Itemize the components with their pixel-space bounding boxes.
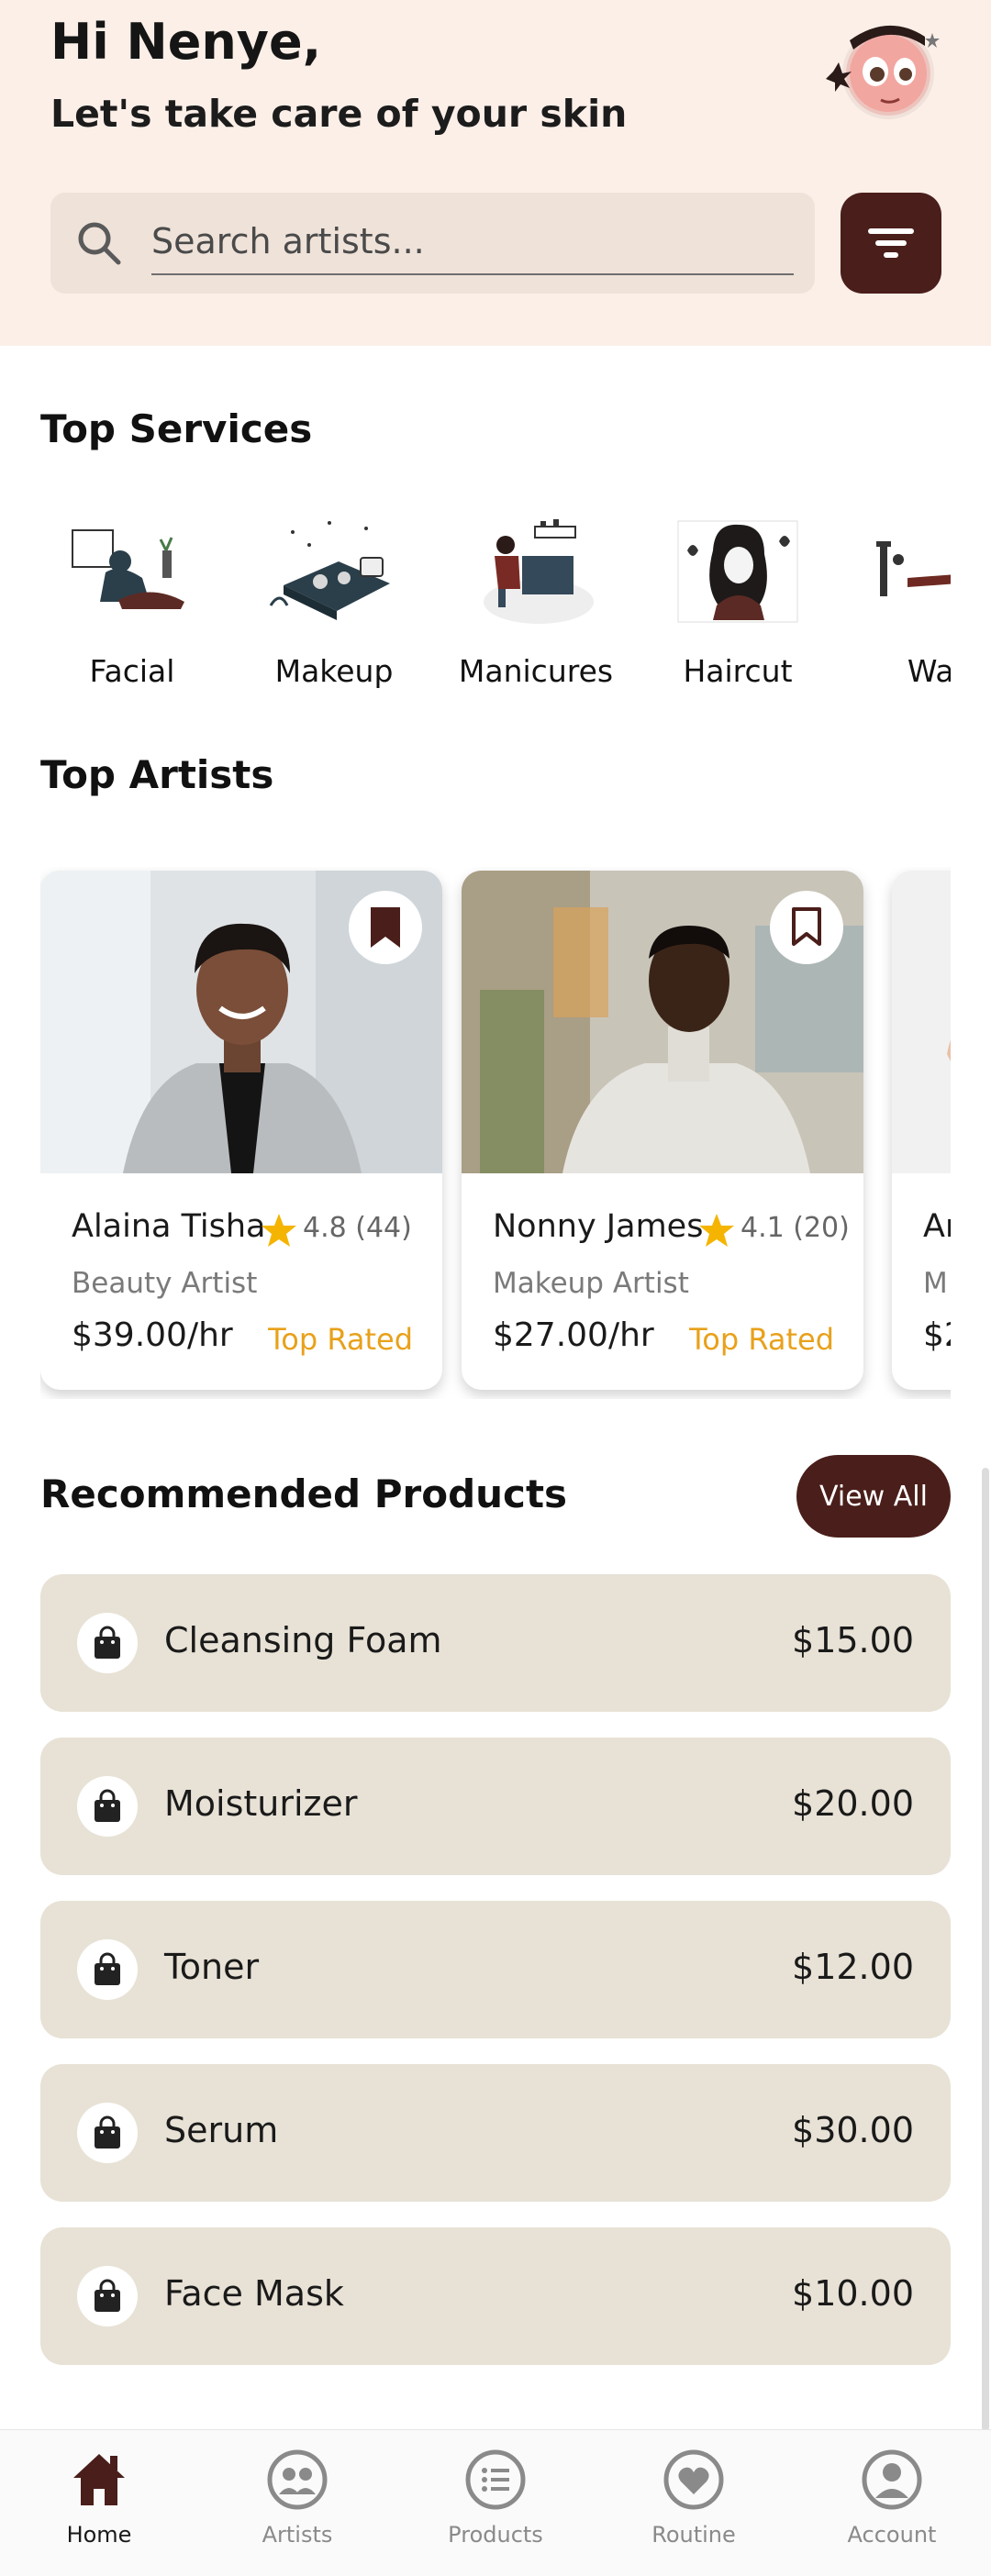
shopping-bag-icon — [77, 2266, 138, 2326]
products-icon — [465, 2449, 526, 2510]
nav-artists[interactable]: Artists — [215, 2447, 380, 2566]
product-price: $15.00 — [792, 1620, 914, 1660]
service-manicures[interactable]: Manicures — [444, 495, 628, 706]
filter-button[interactable] — [841, 193, 941, 294]
product-name: Toner — [164, 1947, 260, 1987]
tagline: Let's take care of your skin — [50, 92, 628, 136]
filter-icon — [868, 228, 914, 258]
bookmark-button[interactable] — [770, 891, 843, 964]
nav-label: Home — [66, 2522, 132, 2548]
services-list: Facial Makeup Manicures Haircut Wa — [40, 495, 951, 706]
nav-label: Products — [448, 2522, 543, 2548]
product-name: Face Mask — [164, 2273, 344, 2314]
service-label: Makeup — [274, 653, 394, 689]
search-icon — [78, 222, 121, 265]
artist-rating: 4.8 (44) — [303, 1212, 412, 1244]
product-item[interactable]: Serum $30.00 — [40, 2064, 951, 2202]
service-label: Manicures — [458, 653, 614, 689]
artist-card[interactable]: Nonny James 4.1 (20) Makeup Artist $27.0… — [462, 871, 863, 1390]
shopping-bag-icon — [77, 1613, 138, 1673]
top-rated-badge: Top Rated — [689, 1322, 834, 1357]
bookmark-button[interactable] — [349, 891, 422, 964]
home-icon — [73, 2454, 125, 2505]
artists-title: Top Artists — [40, 752, 274, 797]
avatar[interactable] — [817, 13, 945, 132]
scrollbar[interactable] — [982, 1468, 989, 2431]
view-all-button[interactable]: View All — [796, 1455, 951, 1538]
nav-label: Artists — [262, 2522, 333, 2548]
product-name: Serum — [164, 2110, 279, 2150]
artist-name: Nonny James — [493, 1208, 704, 1245]
service-label: Wax — [907, 653, 951, 689]
bookmark-filled-icon — [371, 907, 400, 948]
product-name: Moisturizer — [164, 1783, 358, 1824]
service-label: Haircut — [683, 653, 793, 689]
top-rated-badge: Top Rated — [268, 1322, 413, 1357]
service-haircut[interactable]: Haircut — [646, 495, 830, 706]
nav-account[interactable]: Account — [809, 2447, 974, 2566]
nav-products[interactable]: Products — [413, 2447, 578, 2566]
artist-name: Alaina Tisha — [72, 1208, 266, 1245]
artists-icon — [267, 2449, 328, 2510]
artist-name: Ar — [923, 1208, 951, 1245]
haircut-illustration — [677, 520, 798, 623]
star-icon — [699, 1214, 734, 1247]
nav-routine[interactable]: Routine — [611, 2447, 776, 2566]
artist-price: $39.00/hr — [72, 1316, 233, 1354]
product-price: $12.00 — [792, 1947, 914, 1987]
shopping-bag-icon — [77, 2103, 138, 2163]
product-item[interactable]: Face Mask $10.00 — [40, 2227, 951, 2365]
service-wax[interactable]: Wax — [848, 495, 951, 706]
search-input[interactable] — [151, 209, 794, 275]
product-price: $30.00 — [792, 2110, 914, 2150]
shopping-bag-icon — [77, 1776, 138, 1837]
search-box[interactable] — [50, 193, 815, 294]
artist-price: $27.00/hr — [493, 1316, 654, 1354]
artist-photo — [892, 871, 951, 1173]
manicure-illustration — [484, 519, 594, 624]
product-item[interactable]: Moisturizer $20.00 — [40, 1738, 951, 1875]
services-title: Top Services — [40, 406, 313, 451]
artist-price: $2 — [923, 1316, 951, 1354]
service-label: Facial — [89, 653, 175, 689]
greeting: Hi Nenye, — [50, 13, 322, 71]
wax-illustration — [876, 541, 951, 596]
artist-role: Beauty Artist — [72, 1267, 258, 1300]
products-title: Recommended Products — [40, 1471, 568, 1516]
artist-rating: 4.1 (20) — [740, 1212, 850, 1244]
product-name: Cleansing Foam — [164, 1620, 442, 1660]
nav-home[interactable]: Home — [17, 2447, 182, 2566]
artist-role: M — [923, 1267, 948, 1300]
service-makeup[interactable]: Makeup — [242, 495, 426, 706]
facial-illustration — [72, 529, 184, 609]
artist-card[interactable]: Alaina Tisha 4.8 (44) Beauty Artist $39.… — [40, 871, 442, 1390]
account-icon — [862, 2449, 922, 2510]
product-price: $20.00 — [792, 1783, 914, 1824]
nav-label: Account — [847, 2522, 937, 2548]
product-item[interactable]: Cleansing Foam $15.00 — [40, 1574, 951, 1712]
makeup-illustration — [269, 521, 390, 620]
bookmark-outline-icon — [792, 907, 821, 946]
product-price: $10.00 — [792, 2273, 914, 2314]
service-facial[interactable]: Facial — [40, 495, 224, 706]
product-item[interactable]: Toner $12.00 — [40, 1901, 951, 2038]
routine-icon — [663, 2449, 724, 2510]
nav-label: Routine — [651, 2522, 736, 2548]
artist-card[interactable]: Ar M $2 — [892, 871, 951, 1390]
artist-role: Makeup Artist — [493, 1267, 689, 1300]
shopping-bag-icon — [77, 1939, 138, 2000]
star-icon — [262, 1214, 296, 1247]
header: Hi Nenye, Let's take care of your skin — [0, 0, 991, 346]
artists-list: Alaina Tisha 4.8 (44) Beauty Artist $39.… — [40, 867, 951, 1399]
bottom-nav: Home Artists Products Routine Account — [0, 2429, 991, 2576]
